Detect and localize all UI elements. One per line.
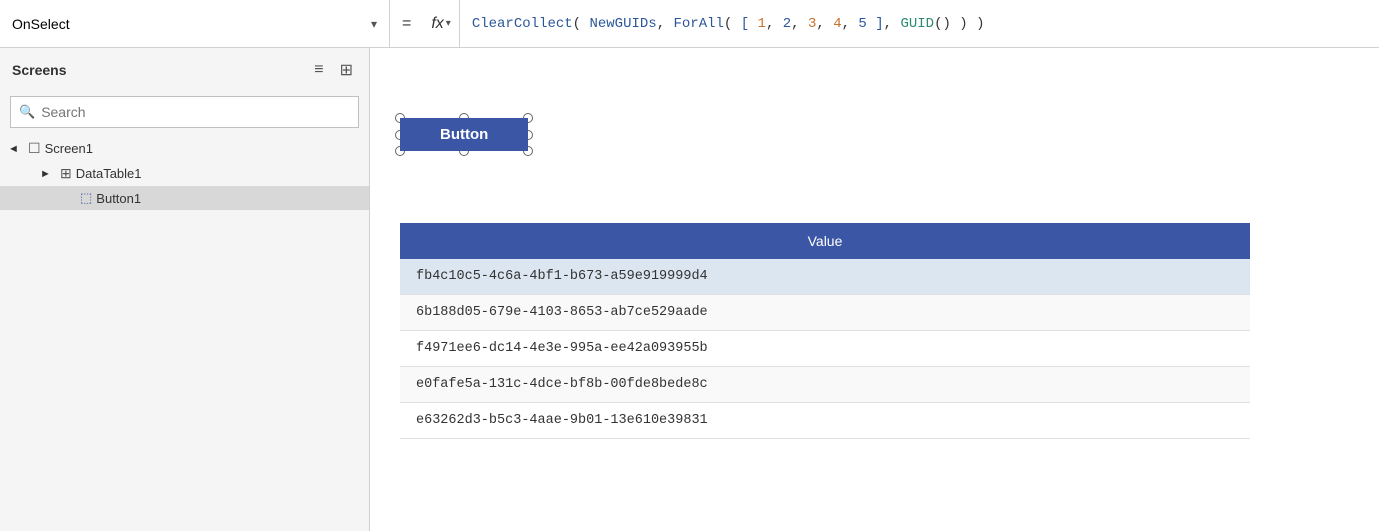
fx-label: fx bbox=[431, 15, 443, 33]
tree-view: ◄ ☐ Screen1 ► ⊞ DataTable1 ⬚ Button1 bbox=[0, 136, 369, 210]
table-cell-value: 6b188d05-679e-4103-8653-ab7ce529aade bbox=[400, 295, 1250, 331]
button-icon: ⬚ bbox=[80, 190, 92, 206]
widget-container: Button bbox=[400, 118, 528, 151]
sidebar-view-icons: ≡ ⊞ bbox=[310, 58, 357, 82]
screen-icon: ☐ bbox=[28, 140, 41, 157]
sidebar-title: Screens bbox=[12, 62, 66, 78]
sidebar-item-screen1[interactable]: ◄ ☐ Screen1 bbox=[0, 136, 369, 161]
search-container: 🔍 bbox=[0, 92, 369, 136]
search-input[interactable] bbox=[41, 104, 350, 120]
event-dropdown-label: OnSelect bbox=[12, 16, 70, 32]
canvas-area: Button Value fb4c10c5-4c6a-4bf1-b673-a59… bbox=[370, 48, 1379, 531]
list-view-button[interactable]: ≡ bbox=[310, 58, 327, 82]
search-box: 🔍 bbox=[10, 96, 359, 128]
formula-bar: OnSelect ▾ = fx ▾ ClearCollect( NewGUIDs… bbox=[0, 0, 1379, 48]
main-layout: Screens ≡ ⊞ 🔍 ◄ ☐ Screen1 ► ⊞ bbox=[0, 48, 1379, 531]
datatable-icon: ⊞ bbox=[60, 165, 72, 182]
canvas-button[interactable]: Button bbox=[400, 118, 528, 151]
data-table-container: Value fb4c10c5-4c6a-4bf1-b673-a59e919999… bbox=[400, 223, 1250, 439]
column-header-value: Value bbox=[400, 223, 1250, 259]
chevron-down-icon: ▾ bbox=[371, 17, 377, 31]
data-table: Value fb4c10c5-4c6a-4bf1-b673-a59e919999… bbox=[400, 223, 1250, 439]
sidebar: Screens ≡ ⊞ 🔍 ◄ ☐ Screen1 ► ⊞ bbox=[0, 48, 370, 531]
table-row: fb4c10c5-4c6a-4bf1-b673-a59e919999d4 bbox=[400, 259, 1250, 295]
fx-chevron-icon: ▾ bbox=[446, 18, 451, 29]
button-widget[interactable]: Button bbox=[400, 118, 528, 151]
sidebar-header: Screens ≡ ⊞ bbox=[0, 48, 369, 92]
table-row: e0fafe5a-131c-4dce-bf8b-00fde8bede8c bbox=[400, 367, 1250, 403]
formula-expression[interactable]: ClearCollect( NewGUIDs, ForAll( [ 1, 2, … bbox=[460, 16, 1379, 32]
table-cell-value: e0fafe5a-131c-4dce-bf8b-00fde8bede8c bbox=[400, 367, 1250, 403]
datatable1-label: DataTable1 bbox=[76, 166, 142, 181]
sidebar-item-datatable1[interactable]: ► ⊞ DataTable1 bbox=[0, 161, 369, 186]
event-dropdown[interactable]: OnSelect ▾ bbox=[0, 0, 390, 47]
fx-button[interactable]: fx ▾ bbox=[423, 0, 459, 47]
collapse-arrow-icon: ◄ bbox=[8, 143, 24, 155]
button1-label: Button1 bbox=[96, 191, 141, 206]
expand-arrow-icon: ► bbox=[40, 168, 56, 180]
table-cell-value: e63262d3-b5c3-4aae-9b01-13e610e39831 bbox=[400, 403, 1250, 439]
sidebar-item-button1[interactable]: ⬚ Button1 bbox=[0, 186, 369, 210]
table-cell-value: fb4c10c5-4c6a-4bf1-b673-a59e919999d4 bbox=[400, 259, 1250, 295]
grid-view-button[interactable]: ⊞ bbox=[336, 58, 357, 82]
table-row: 6b188d05-679e-4103-8653-ab7ce529aade bbox=[400, 295, 1250, 331]
table-row: f4971ee6-dc14-4e3e-995a-ee42a093955b bbox=[400, 331, 1250, 367]
equals-sign: = bbox=[390, 15, 423, 33]
table-cell-value: f4971ee6-dc14-4e3e-995a-ee42a093955b bbox=[400, 331, 1250, 367]
search-icon: 🔍 bbox=[19, 104, 35, 120]
table-row: e63262d3-b5c3-4aae-9b01-13e610e39831 bbox=[400, 403, 1250, 439]
screen1-label: Screen1 bbox=[45, 141, 93, 156]
